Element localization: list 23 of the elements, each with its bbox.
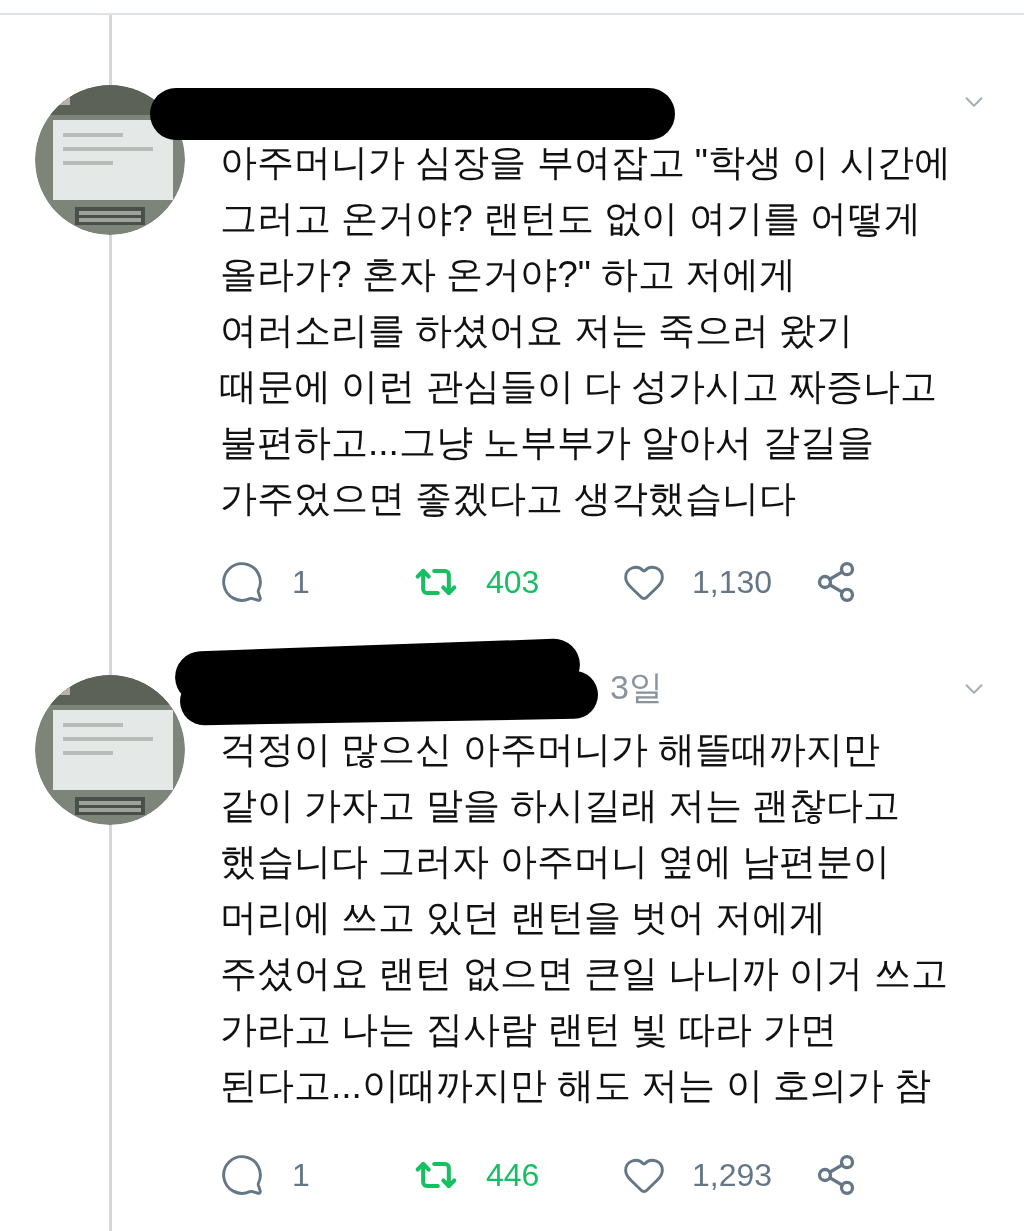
reply-count: 1 xyxy=(292,563,311,602)
tweet-text-line: 불편하고...그냥 노부부가 알아서 갈길을 xyxy=(220,421,875,465)
tweet-text-line: 머리에 쓰고 있던 랜턴을 벗어 저에게 xyxy=(220,896,828,940)
tweet-text-line: 가라고 나는 집사람 랜턴 빛 따라 가면 xyxy=(220,1008,838,1052)
tweet-text-line: 했습니다 그러자 아주머니 옆에 남편분이 xyxy=(220,840,892,884)
retweet-count: 446 xyxy=(486,1156,541,1195)
reply-count: 1 xyxy=(292,1156,311,1195)
tweet-text-line: 아주머니가 심장을 부여잡고 "학생 이 시간에 xyxy=(220,141,952,185)
tweet-text-line: 걱정이 많으신 아주머니가 해뜰때까지만 xyxy=(220,728,881,772)
retweet-count: 403 xyxy=(486,563,541,602)
reply-icon[interactable] xyxy=(220,560,264,604)
tweet-text-line: 여러소리를 하셨어요 저는 죽으러 왔기 xyxy=(220,309,855,353)
tweet-text-line: 올라가? 혼자 온거야?" 하고 저에게 xyxy=(220,253,798,297)
tweet-text-line: 같이 가자고 말을 하시길래 저는 괜찮다고 xyxy=(220,784,902,828)
like-count: 1,130 xyxy=(692,563,773,602)
reply-icon[interactable] xyxy=(220,1153,264,1197)
tweet-text-line: 주셨어요 랜턴 없으면 큰일 나니까 이거 쓰고 xyxy=(220,952,949,996)
tweet-date: 3일 xyxy=(610,670,663,704)
tweet-text-line: 그러고 온거야? 랜턴도 없이 여기를 어떻게 xyxy=(220,197,922,241)
tweet-text-line: 된다고...이때까지만 해도 저는 이 호의가 참 xyxy=(220,1064,933,1108)
like-count: 1,293 xyxy=(692,1156,773,1195)
tweet-text-line: 때문에 이런 관심들이 다 성가시고 짜증나고 xyxy=(220,365,939,409)
tweet-text-line: 가주었으면 좋겠다고 생각했습니다 xyxy=(220,477,797,521)
